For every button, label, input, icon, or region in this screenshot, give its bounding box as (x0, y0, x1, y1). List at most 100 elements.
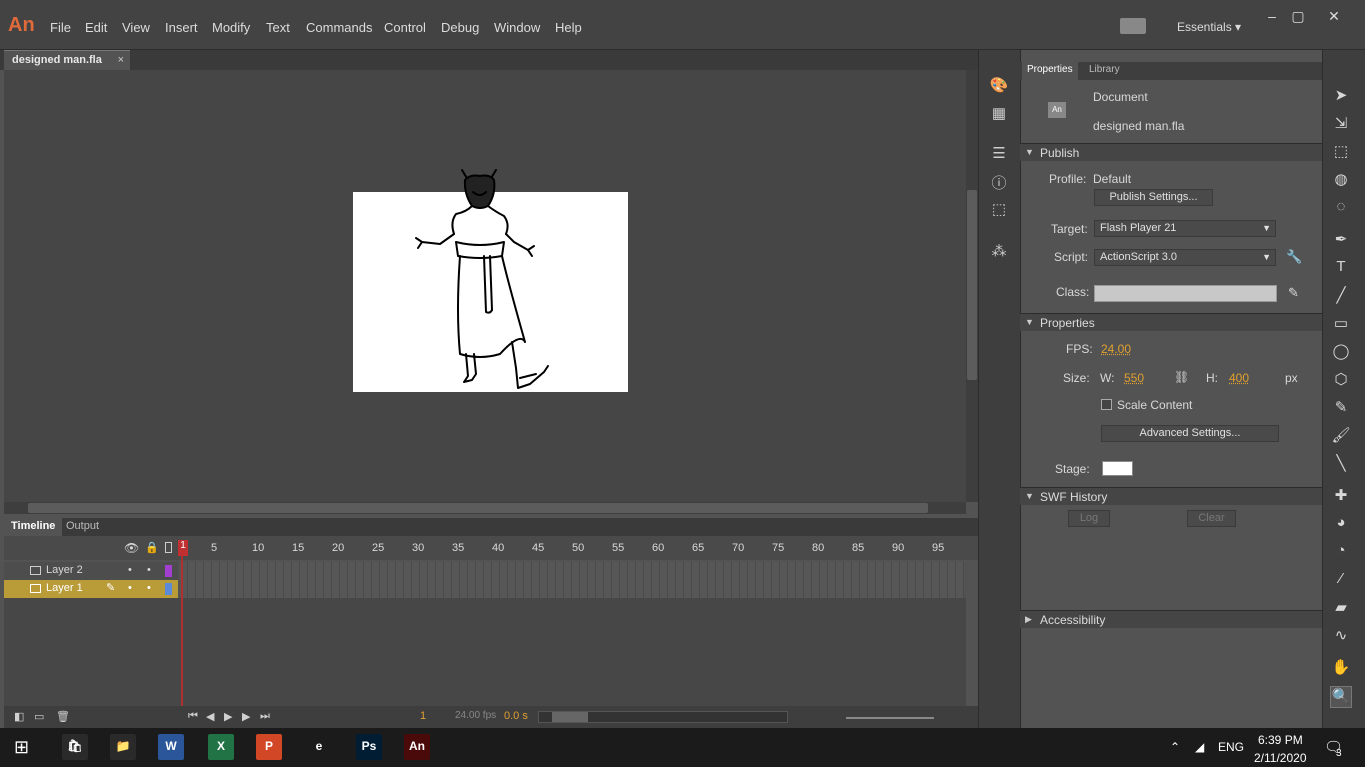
align-icon[interactable]: ☰ (988, 144, 1010, 164)
lasso-tool-icon[interactable]: ◌ (1330, 198, 1352, 220)
playhead-frame[interactable]: 1 (178, 540, 188, 556)
taskbar-app-store[interactable]: 🛍 (62, 734, 88, 760)
playhead[interactable] (181, 540, 183, 706)
selection-tool-icon[interactable]: ➤ (1330, 86, 1352, 108)
frame-number[interactable]: 15 (292, 542, 304, 554)
character-drawing[interactable] (410, 162, 560, 394)
step-back-icon[interactable]: ◀ (206, 710, 214, 723)
frame-number[interactable]: 20 (332, 542, 344, 554)
play-icon[interactable]: ▶ (224, 710, 232, 723)
components-icon[interactable]: ⁂ (988, 242, 1010, 262)
frame-number[interactable]: 85 (852, 542, 864, 554)
paint-bucket-tool-icon[interactable]: ◕ (1330, 514, 1352, 536)
tab-timeline[interactable]: Timeline (4, 518, 63, 536)
text-tool-icon[interactable]: T (1330, 258, 1352, 280)
properties-section-header[interactable]: ▼ Properties (1020, 313, 1322, 331)
first-frame-icon[interactable]: ⏮ (188, 710, 198, 723)
new-folder-icon[interactable]: ▭ (34, 710, 44, 723)
document-close-icon[interactable]: × (118, 54, 124, 66)
clock-date[interactable]: 2/11/2020 (1254, 751, 1307, 765)
layer-frames[interactable] (180, 562, 964, 580)
publish-settings-button[interactable]: Publish Settings... (1094, 189, 1213, 206)
network-icon[interactable]: ◢ (1195, 740, 1204, 754)
zoom-slider[interactable] (846, 717, 934, 719)
zoom-tool-icon[interactable]: 🔍 (1330, 686, 1352, 708)
clock-time[interactable]: 6:39 PM (1258, 733, 1303, 747)
menu-debug[interactable]: Debug (441, 20, 479, 35)
visibility-dot[interactable]: • (128, 582, 132, 594)
workspace-select[interactable]: Essentials ▾ (1177, 20, 1241, 34)
layer-row[interactable]: Layer 1 ✎ • • (4, 580, 178, 598)
language-indicator[interactable]: ENG (1218, 740, 1244, 754)
visibility-dot[interactable]: • (128, 564, 132, 576)
tab-library[interactable]: Library (1084, 62, 1125, 80)
frame-number[interactable]: 30 (412, 542, 424, 554)
3d-rotation-tool-icon[interactable]: ◍ (1330, 170, 1352, 192)
taskbar-app-animate[interactable]: An (404, 734, 430, 760)
log-button[interactable]: Log (1068, 510, 1110, 527)
frame-number[interactable]: 90 (892, 542, 904, 554)
eraser-tool-icon[interactable]: ▰ (1330, 598, 1352, 620)
lock-dot[interactable]: • (147, 564, 151, 576)
layer-name[interactable]: Layer 2 (46, 564, 83, 576)
document-tab[interactable]: designed man.fla × (4, 50, 130, 70)
accessibility-section-header[interactable]: ▶ Accessibility (1020, 610, 1322, 628)
frame-number[interactable]: 70 (732, 542, 744, 554)
layer-row[interactable]: Layer 2 • • (4, 562, 178, 580)
layer-color-swatch[interactable] (165, 583, 172, 595)
transform-icon[interactable]: ⬚ (988, 200, 1010, 220)
rectangle-tool-icon[interactable]: ▭ (1330, 314, 1352, 336)
frame-number[interactable]: 35 (452, 542, 464, 554)
target-select[interactable]: Flash Player 21 ▼ (1094, 220, 1276, 237)
outline-icon[interactable] (165, 542, 172, 553)
new-layer-icon[interactable]: ◧ (14, 710, 24, 723)
polystar-tool-icon[interactable]: ⬡ (1330, 370, 1352, 392)
scale-content-checkbox[interactable] (1101, 399, 1112, 410)
wrench-icon[interactable]: 🔧 (1286, 249, 1302, 265)
line-tool-icon[interactable]: ╱ (1330, 286, 1352, 308)
taskbar-app-powerpoint[interactable]: P (256, 734, 282, 760)
minimize-button[interactable]: – (1258, 8, 1286, 26)
frame-number[interactable]: 5 (211, 542, 217, 554)
step-forward-icon[interactable]: ▶ (242, 710, 250, 723)
taskbar-app-excel[interactable]: X (208, 734, 234, 760)
swf-history-section-header[interactable]: ▼ SWF History (1020, 487, 1322, 505)
layer-frames[interactable] (180, 580, 964, 598)
clear-button[interactable]: Clear (1187, 510, 1236, 527)
sync-settings-icon[interactable] (1120, 18, 1146, 34)
width-value[interactable]: 550 (1124, 371, 1144, 385)
lock-icon[interactable]: 🔒 (145, 541, 159, 554)
swatches-icon[interactable]: ▦ (988, 104, 1010, 124)
frame-number[interactable]: 65 (692, 542, 704, 554)
width-tool-icon[interactable]: ∿ (1330, 626, 1352, 648)
menu-view[interactable]: View (122, 20, 150, 35)
pencil-tool-icon[interactable]: ✎ (1330, 398, 1352, 420)
advanced-settings-button[interactable]: Advanced Settings... (1101, 425, 1279, 442)
maximize-button[interactable]: ▢ (1284, 8, 1312, 26)
layer-name[interactable]: Layer 1 (46, 582, 83, 594)
fps-value[interactable]: 24.00 (1101, 342, 1131, 356)
frame-number[interactable]: 50 (572, 542, 584, 554)
elapsed-time[interactable]: 0.0 s (504, 710, 528, 722)
show-hidden-icons-icon[interactable]: ⌃ (1170, 740, 1180, 754)
ink-bottle-tool-icon[interactable]: ◔ (1330, 542, 1352, 564)
free-transform-tool-icon[interactable]: ⬚ (1330, 142, 1352, 164)
taskbar-app-explorer[interactable]: 📁 (110, 734, 136, 760)
color-panel-icon[interactable]: 🎨 (988, 76, 1010, 96)
tab-output[interactable]: Output (59, 518, 106, 536)
publish-section-header[interactable]: ▼ Publish (1020, 143, 1322, 161)
menu-window[interactable]: Window (494, 20, 540, 35)
menu-commands[interactable]: Commands (306, 20, 372, 35)
menu-modify[interactable]: Modify (212, 20, 250, 35)
bone-tool-icon[interactable]: ✚ (1330, 486, 1352, 508)
eye-icon[interactable]: 👁 (124, 541, 139, 555)
class-input[interactable] (1094, 285, 1277, 302)
eyedropper-tool-icon[interactable]: ⁄ (1330, 570, 1352, 592)
subselection-tool-icon[interactable]: ⇲ (1330, 114, 1352, 136)
taskbar-app-word[interactable]: W (158, 734, 184, 760)
menu-text[interactable]: Text (266, 20, 290, 35)
brush-tool-icon[interactable]: ╲ (1330, 454, 1352, 476)
timeline-scroll-thumb[interactable] (552, 712, 588, 722)
frame-number[interactable]: 95 (932, 542, 944, 554)
oval-tool-icon[interactable]: ◯ (1330, 342, 1352, 364)
